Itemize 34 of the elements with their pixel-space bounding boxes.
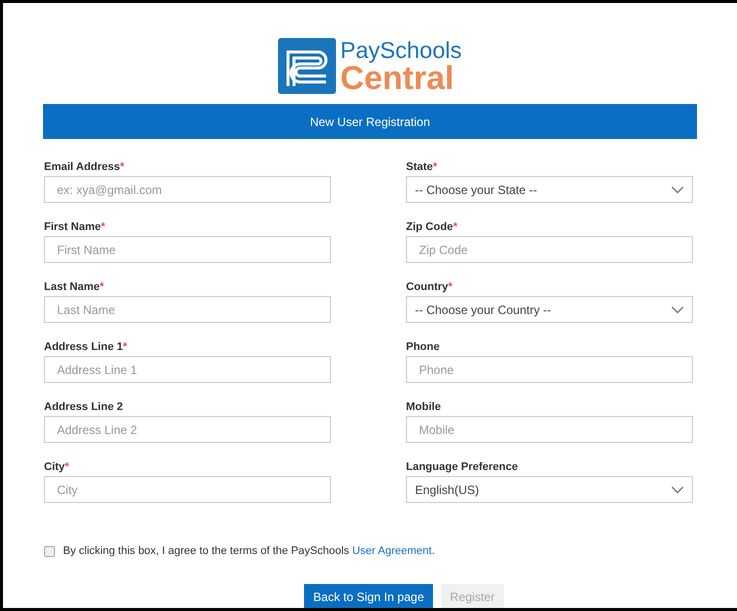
agreement-text: By clicking this box, I agree to the terms of the PaySchools User Agreement. [63,544,435,559]
chevron-down-icon [671,306,684,314]
input-field[interactable]: Address Line 1 [44,356,331,383]
select-field[interactable]: -- Choose your Country -- [406,296,693,323]
field-label: Language Preference [406,460,518,475]
header-title: New User Registration [310,114,430,130]
field-label: Country* [406,280,452,295]
input-field[interactable]: Phone [406,356,693,383]
checkbox[interactable] [44,546,55,557]
logo-icon [278,38,336,94]
chevron-down-icon [671,186,684,194]
field-label: Mobile [406,400,441,415]
logo-text: PaySchools [340,38,462,62]
field-label: Phone [406,340,440,355]
field-label: Zip Code* [406,220,458,235]
field-label: State* [406,160,438,175]
input-field[interactable]: City [44,476,331,503]
field-label: Address Line 1* [44,340,128,355]
field-label: Last Name* [44,280,104,295]
field-label: First Name* [44,220,106,235]
select-field[interactable]: English(US) [406,476,693,503]
input-field[interactable]: First Name [44,236,331,263]
input-field[interactable]: Mobile [406,416,693,443]
chevron-down-icon [671,486,684,494]
form-button[interactable]: Back to Sign In page [304,584,434,608]
field-label: City* [44,460,70,475]
field-label: Address Line 2 [44,400,123,415]
select-field[interactable]: -- Choose your State -- [406,176,693,203]
user-agreement-link[interactable]: User Agreement [352,545,432,557]
field-label: Email Address* [44,160,124,175]
input-field[interactable]: Zip Code [406,236,693,263]
input-field[interactable]: Address Line 2 [44,416,331,443]
input-field[interactable]: Last Name [44,296,331,323]
input-field[interactable]: ex: xya@gmail.com [44,176,331,203]
